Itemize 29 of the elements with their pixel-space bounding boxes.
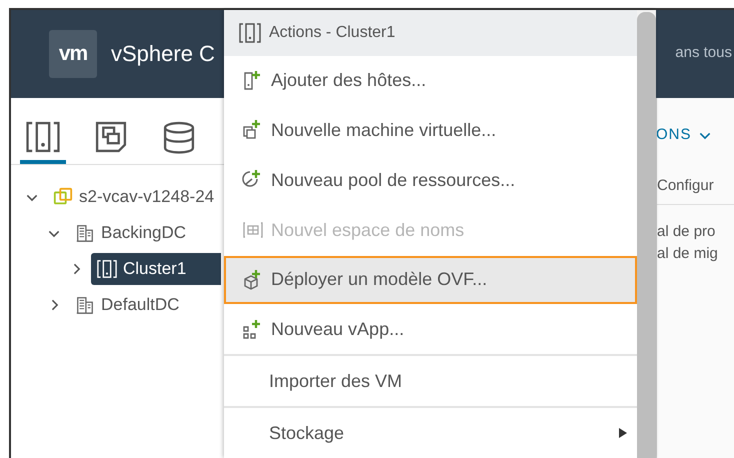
actions-menu-button[interactable]: ONS — [657, 126, 734, 143]
summary-text: al de mig — [657, 244, 719, 264]
menu-item[interactable]: Ajouter des hôtes... — [224, 56, 637, 105]
cluster-icon — [97, 259, 117, 279]
tree-item[interactable]: BackingDC — [69, 217, 192, 249]
search-field[interactable]: ans tous — [675, 44, 732, 61]
database-icon — [162, 120, 196, 154]
app-title: vSphere C — [111, 41, 215, 67]
menu-title: Actions - Cluster1 — [224, 10, 637, 56]
nav-tab[interactable] — [20, 120, 66, 164]
cluster-icon — [239, 22, 261, 44]
menu-item[interactable]: Déployer un modèle OVF... — [224, 256, 637, 304]
app-logo[interactable]: vm — [49, 30, 97, 78]
menu-item[interactable]: Stockage — [224, 409, 637, 458]
building-icon — [75, 223, 95, 243]
vm-stack-icon — [94, 120, 128, 154]
tree-item[interactable]: s2-vcav-v1248-24 — [47, 181, 220, 213]
hosts-icon — [26, 120, 60, 154]
building-icon — [75, 295, 95, 315]
menu-item[interactable]: Nouveau pool de ressources... — [224, 156, 637, 204]
menu-item[interactable]: Nouveau vApp... — [224, 306, 637, 354]
vcenter-icon — [53, 187, 73, 207]
menu-item[interactable]: Importer des VM — [224, 357, 637, 406]
submenu-arrow-icon — [619, 428, 627, 438]
tree-item[interactable]: DefaultDC — [69, 289, 186, 321]
configure-tab[interactable]: Configur — [657, 177, 734, 205]
menu-item[interactable]: Nouvelle machine virtuelle... — [224, 106, 637, 154]
summary-text: al de pro — [657, 222, 716, 242]
tree-item[interactable]: Cluster1 — [91, 253, 221, 285]
